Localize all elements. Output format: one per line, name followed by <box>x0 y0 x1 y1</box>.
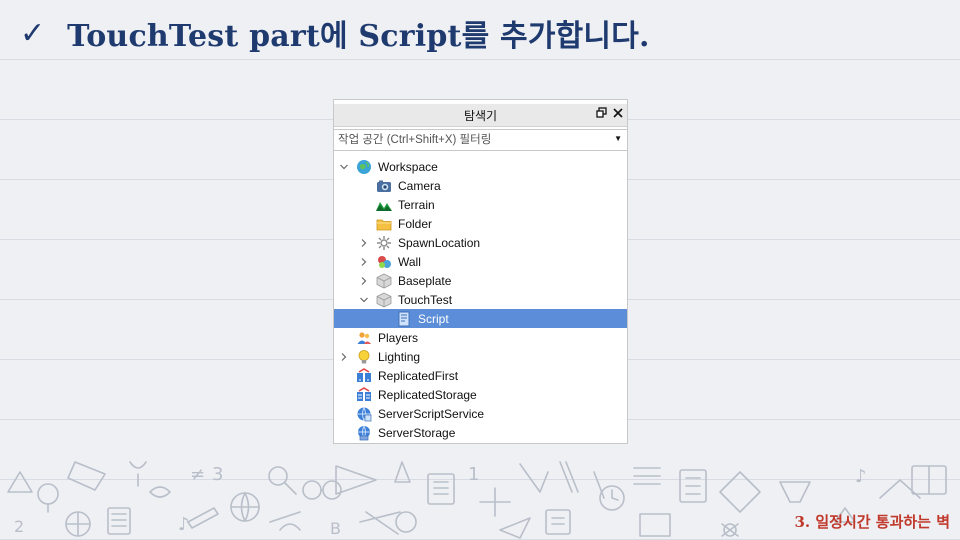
tree-item-folder[interactable]: Folder <box>334 214 627 233</box>
part-icon <box>376 273 392 289</box>
chevron-right-icon[interactable] <box>358 256 370 268</box>
footer-section-label: 3. 일정시간 통과하는 벽 <box>794 513 950 531</box>
tree-item-terrain[interactable]: Terrain <box>334 195 627 214</box>
tree-item-label: SpawnLocation <box>398 235 481 250</box>
tree-item-lighting[interactable]: Lighting <box>334 347 627 366</box>
explorer-window-controls <box>596 107 623 121</box>
tree-item-label: Folder <box>398 216 433 231</box>
svg-text:≠: ≠ <box>190 464 205 485</box>
players-icon <box>356 330 372 346</box>
chevron-right-icon[interactable] <box>338 351 350 363</box>
tree-item-label: ReplicatedStorage <box>378 387 477 402</box>
explorer-tree: Workspace Camera Terrain Folder SpawnLocatio… <box>334 157 627 442</box>
model-icon <box>376 254 392 270</box>
replicated-first-icon <box>356 367 372 384</box>
explorer-filter: ▼ <box>334 129 627 151</box>
tree-item-camera[interactable]: Camera <box>334 176 627 195</box>
lightbulb-icon <box>356 349 372 365</box>
svg-text:B: B <box>330 519 341 538</box>
replicated-storage-icon <box>356 386 372 403</box>
tree-item-label: Baseplate <box>398 273 452 288</box>
tree-item-label: ServerStorage <box>378 425 456 440</box>
explorer-title: 탐색기 <box>463 108 498 123</box>
chevron-right-icon[interactable] <box>358 237 370 249</box>
tree-item-spawnlocation[interactable]: SpawnLocation <box>334 233 627 252</box>
spawn-location-icon <box>376 235 392 251</box>
explorer-panel: 탐색기 ▼ Workspace Camera Terrain Folder SpawnL… <box>333 99 628 444</box>
tree-item-label: Lighting <box>378 349 421 364</box>
tree-item-replicatedfirst[interactable]: ReplicatedFirst <box>334 366 627 385</box>
tree-item-replicatedstorage[interactable]: ReplicatedStorage <box>334 385 627 404</box>
slide-title-text: TouchTest part에 Script를 추가합니다. <box>67 19 650 54</box>
tree-item-script[interactable]: Script <box>334 309 627 328</box>
explorer-header: 탐색기 <box>334 104 627 127</box>
tree-item-touchtest[interactable]: TouchTest <box>334 290 627 309</box>
filter-workspace-input[interactable] <box>334 133 610 147</box>
checkmark-icon: ✓ <box>20 15 46 51</box>
part-icon <box>376 292 392 308</box>
tree-item-label: Workspace <box>378 159 438 174</box>
folder-icon <box>376 216 392 232</box>
svg-text:2: 2 <box>14 517 24 536</box>
script-icon <box>396 311 412 327</box>
chevron-down-icon[interactable] <box>358 294 370 306</box>
tree-item-label: Terrain <box>398 197 435 212</box>
restore-window-icon[interactable] <box>596 107 607 121</box>
slide-title: ✓ TouchTest part에 Script를 추가합니다. <box>20 8 650 58</box>
svg-text:1: 1 <box>468 464 479 485</box>
svg-text:♪: ♪ <box>178 514 190 535</box>
tree-item-serverstorage[interactable]: ServerStorage <box>334 423 627 442</box>
tree-item-wall[interactable]: Wall <box>334 252 627 271</box>
server-script-service-icon <box>356 406 372 422</box>
svg-text:3: 3 <box>212 464 223 485</box>
tree-item-label: ReplicatedFirst <box>378 368 459 383</box>
tree-item-label: Wall <box>398 254 421 269</box>
chevron-down-icon[interactable]: ▼ <box>614 134 622 143</box>
tree-item-serverscriptservice[interactable]: ServerScriptService <box>334 404 627 423</box>
tree-item-label: TouchTest <box>398 292 453 307</box>
tree-item-players[interactable]: Players <box>334 328 627 347</box>
server-storage-icon <box>356 425 372 441</box>
camera-icon <box>376 178 392 194</box>
svg-text:♪: ♪ <box>855 466 867 487</box>
tree-item-baseplate[interactable]: Baseplate <box>334 271 627 290</box>
close-icon[interactable] <box>613 107 623 121</box>
tree-item-label: Camera <box>398 178 441 193</box>
tree-item-label: Players <box>378 330 419 345</box>
tree-item-workspace[interactable]: Workspace <box>334 157 627 176</box>
chevron-right-icon[interactable] <box>358 275 370 287</box>
tree-item-label: Script <box>418 311 449 326</box>
chevron-down-icon[interactable] <box>338 161 350 173</box>
tree-item-label: ServerScriptService <box>378 406 485 421</box>
terrain-icon <box>376 197 392 213</box>
workspace-globe-icon <box>356 159 372 175</box>
